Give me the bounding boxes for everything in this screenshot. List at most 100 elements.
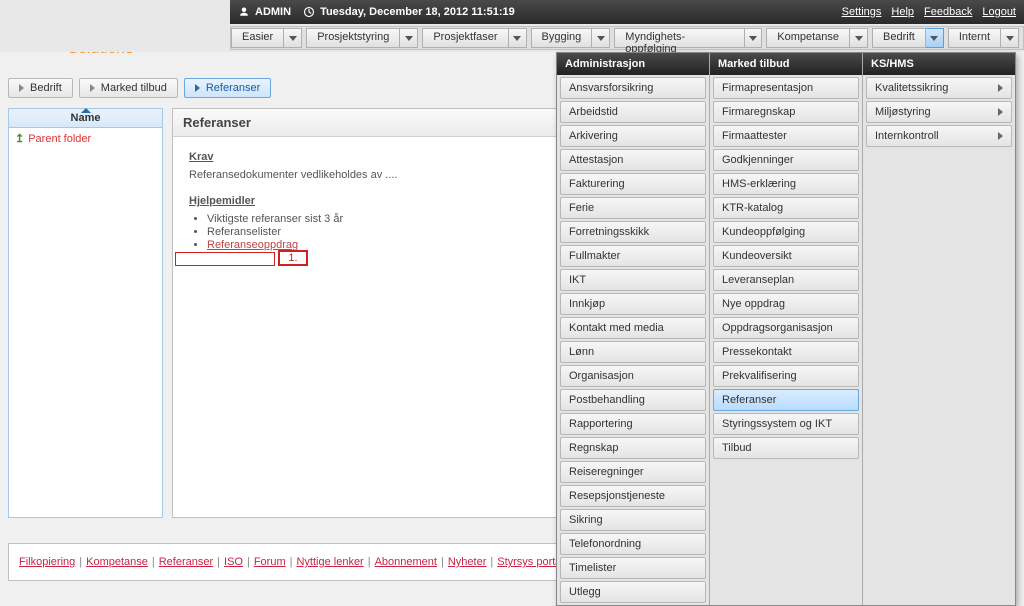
mega-item-utlegg[interactable]: Utlegg xyxy=(560,581,706,603)
mega-item-styringssystem-og-ikt[interactable]: Styringssystem og IKT xyxy=(713,413,859,435)
mega-item-label: Firmapresentasjon xyxy=(722,82,813,94)
header-link-feedback[interactable]: Feedback xyxy=(924,6,972,18)
user-icon xyxy=(238,6,250,18)
mega-item-label: Prekvalifisering xyxy=(722,370,797,382)
chevron-down-icon xyxy=(597,36,605,41)
mega-item-attestasjon[interactable]: Attestasjon xyxy=(560,149,706,171)
menu-dropdown-prosjektstyring[interactable] xyxy=(400,28,418,48)
mega-item-nye-oppdrag[interactable]: Nye oppdrag xyxy=(713,293,859,315)
mega-item-arbeidstid[interactable]: Arbeidstid xyxy=(560,101,706,123)
mega-item-organisasjon[interactable]: Organisasjon xyxy=(560,365,706,387)
mega-item-l-nn[interactable]: Lønn xyxy=(560,341,706,363)
crumb-referanser[interactable]: Referanser xyxy=(184,78,271,98)
mega-item-label: Fullmakter xyxy=(569,250,620,262)
menu-myndighets-oppfølging[interactable]: Myndighets-oppfølging xyxy=(614,28,744,48)
crumb-marked-tilbud[interactable]: Marked tilbud xyxy=(79,78,178,98)
mega-item-forretningsskikk[interactable]: Forretningsskikk xyxy=(560,221,706,243)
footer-link-kompetanse[interactable]: Kompetanse xyxy=(86,556,148,568)
mega-item-milj-styring[interactable]: Miljøstyring xyxy=(866,101,1012,123)
mega-item-internkontroll[interactable]: Internkontroll xyxy=(866,125,1012,147)
mega-item-referanser[interactable]: Referanser xyxy=(713,389,859,411)
mega-item-godkjenninger[interactable]: Godkjenninger xyxy=(713,149,859,171)
mega-item-hms-erkl-ring[interactable]: HMS-erklæring xyxy=(713,173,859,195)
footer-link-nyttige-lenker[interactable]: Nyttige lenker xyxy=(296,556,363,568)
footer-link-abonnement[interactable]: Abonnement xyxy=(375,556,437,568)
mega-item-label: Arkivering xyxy=(569,130,618,142)
mega-item-resepsjonstjeneste[interactable]: Resepsjonstjeneste xyxy=(560,485,706,507)
mega-item-arkivering[interactable]: Arkivering xyxy=(560,125,706,147)
mega-item-timelister[interactable]: Timelister xyxy=(560,557,706,579)
topbar-header: ADMIN Tuesday, December 18, 2012 11:51:1… xyxy=(230,0,1024,24)
menu-dropdown-myndighets-oppfølging[interactable] xyxy=(745,28,763,48)
date-indicator: Tuesday, December 18, 2012 11:51:19 xyxy=(303,6,515,18)
mega-item-kundeoppf-lging[interactable]: Kundeoppfølging xyxy=(713,221,859,243)
chevron-down-icon xyxy=(1006,36,1014,41)
tree-header-label: Name xyxy=(71,112,101,124)
mega-item-oppdragsorganisasjon[interactable]: Oppdragsorganisasjon xyxy=(713,317,859,339)
chevron-right-icon xyxy=(195,84,200,92)
mega-item-postbehandling[interactable]: Postbehandling xyxy=(560,389,706,411)
menu-dropdown-bedrift[interactable] xyxy=(926,28,944,48)
mega-item-label: Pressekontakt xyxy=(722,346,792,358)
menu-dropdown-bygging[interactable] xyxy=(592,28,610,48)
breadcrumb: Bedrift Marked tilbud Referanser xyxy=(8,78,271,98)
footer-link-iso[interactable]: ISO xyxy=(224,556,243,568)
mega-head-3: KS/HMS xyxy=(863,53,1015,75)
menu-dropdown-kompetanse[interactable] xyxy=(850,28,868,48)
mega-item-leveranseplan[interactable]: Leveranseplan xyxy=(713,269,859,291)
header-link-settings[interactable]: Settings xyxy=(842,6,882,18)
header-link-logout[interactable]: Logout xyxy=(982,6,1016,18)
menu-kompetanse[interactable]: Kompetanse xyxy=(766,28,850,48)
mega-item-label: Ferie xyxy=(569,202,594,214)
menu-dropdown-internt[interactable] xyxy=(1001,28,1019,48)
parent-folder-row[interactable]: ↥ Parent folder xyxy=(9,128,162,149)
mega-item-label: Organisasjon xyxy=(569,370,634,382)
footer-link-forum[interactable]: Forum xyxy=(254,556,286,568)
topbar: ADMIN Tuesday, December 18, 2012 11:51:1… xyxy=(0,0,1024,52)
mega-item-fakturering[interactable]: Fakturering xyxy=(560,173,706,195)
footer-link-referanser[interactable]: Referanser xyxy=(159,556,213,568)
mega-item-rapportering[interactable]: Rapportering xyxy=(560,413,706,435)
mega-item-firmaattester[interactable]: Firmaattester xyxy=(713,125,859,147)
mega-item-fullmakter[interactable]: Fullmakter xyxy=(560,245,706,267)
collapse-up-icon[interactable] xyxy=(81,108,91,113)
mega-item-label: Utlegg xyxy=(569,586,601,598)
menu-internt[interactable]: Internt xyxy=(948,28,1001,48)
mega-item-label: Attestasjon xyxy=(569,154,623,166)
mega-item-reiseregninger[interactable]: Reiseregninger xyxy=(560,461,706,483)
menu-prosjektfaser[interactable]: Prosjektfaser xyxy=(422,28,508,48)
mega-item-sikring[interactable]: Sikring xyxy=(560,509,706,531)
mega-item-innkj-p[interactable]: Innkjøp xyxy=(560,293,706,315)
mega-item-telefonordning[interactable]: Telefonordning xyxy=(560,533,706,555)
mega-head-2: Marked tilbud xyxy=(710,53,862,75)
mega-item-label: Rapportering xyxy=(569,418,633,430)
mega-item-label: Referanser xyxy=(722,394,776,406)
mega-item-pressekontakt[interactable]: Pressekontakt xyxy=(713,341,859,363)
mega-item-label: Kundeoppfølging xyxy=(722,226,805,238)
mega-item-label: Innkjøp xyxy=(569,298,605,310)
mega-item-kontakt-med-media[interactable]: Kontakt med media xyxy=(560,317,706,339)
menu-bedrift[interactable]: Bedrift xyxy=(872,28,926,48)
header-link-help[interactable]: Help xyxy=(891,6,914,18)
mega-item-ktr-katalog[interactable]: KTR-katalog xyxy=(713,197,859,219)
mega-item-prekvalifisering[interactable]: Prekvalifisering xyxy=(713,365,859,387)
menu-bygging[interactable]: Bygging xyxy=(531,28,593,48)
mega-item-firmapresentasjon[interactable]: Firmapresentasjon xyxy=(713,77,859,99)
menu-prosjektstyring[interactable]: Prosjektstyring xyxy=(306,28,400,48)
footer-link-filkopiering[interactable]: Filkopiering xyxy=(19,556,75,568)
mega-item-kvalitetssikring[interactable]: Kvalitetssikring xyxy=(866,77,1012,99)
mega-item-firmaregnskap[interactable]: Firmaregnskap xyxy=(713,101,859,123)
menu-dropdown-prosjektfaser[interactable] xyxy=(509,28,527,48)
menu-dropdown-easier[interactable] xyxy=(284,28,302,48)
mega-item-label: KTR-katalog xyxy=(722,202,783,214)
footer-link-nyheter[interactable]: Nyheter xyxy=(448,556,487,568)
mega-item-ferie[interactable]: Ferie xyxy=(560,197,706,219)
mega-item-label: Tilbud xyxy=(722,442,752,454)
mega-item-regnskap[interactable]: Regnskap xyxy=(560,437,706,459)
crumb-bedrift[interactable]: Bedrift xyxy=(8,78,73,98)
menu-easier[interactable]: Easier xyxy=(231,28,284,48)
mega-item-ansvarsforsikring[interactable]: Ansvarsforsikring xyxy=(560,77,706,99)
mega-item-kundeoversikt[interactable]: Kundeoversikt xyxy=(713,245,859,267)
mega-item-tilbud[interactable]: Tilbud xyxy=(713,437,859,459)
mega-item-ikt[interactable]: IKT xyxy=(560,269,706,291)
